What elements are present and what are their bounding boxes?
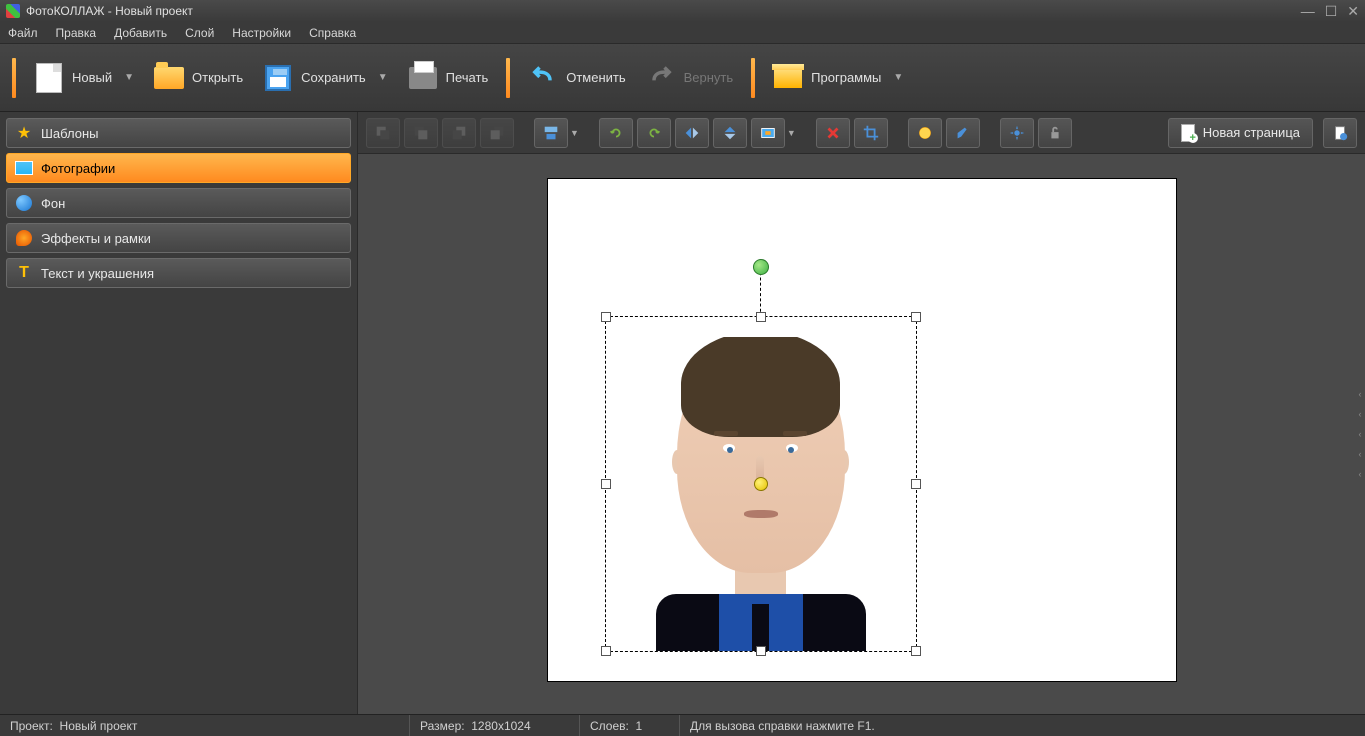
sidetab-templates[interactable]: ★ Шаблоны [6, 118, 351, 148]
resize-handle-tm[interactable] [756, 312, 766, 322]
rotation-handle[interactable] [753, 259, 769, 275]
content-area: ★ Шаблоны Фотографии Фон Эффекты и рамки… [0, 112, 1365, 714]
box-icon [773, 63, 803, 93]
canvas-viewport[interactable]: ‹‹‹‹‹ [358, 154, 1365, 714]
canvas-page[interactable] [547, 178, 1177, 682]
resize-handle-tr[interactable] [911, 312, 921, 322]
send-back-button[interactable] [480, 118, 514, 148]
chevron-down-icon: ▼ [378, 72, 388, 83]
flip-horizontal-button[interactable] [675, 118, 709, 148]
window-controls: — ☐ ✕ [1301, 3, 1359, 20]
redo-button[interactable]: Вернуть [636, 59, 744, 97]
resize-handle-bm[interactable] [756, 646, 766, 656]
undo-button[interactable]: Отменить [518, 59, 635, 97]
resize-handle-ml[interactable] [601, 479, 611, 489]
star-icon: ★ [15, 124, 33, 142]
menu-edit[interactable]: Правка [56, 26, 97, 40]
side-panel: ★ Шаблоны Фотографии Фон Эффекты и рамки… [0, 112, 358, 714]
chevron-down-icon: ▼ [124, 72, 134, 83]
menubar: Файл Правка Добавить Слой Настройки Спра… [0, 22, 1365, 44]
toolbar-separator [506, 58, 510, 98]
file-new-icon [34, 63, 64, 93]
maximize-button[interactable]: ☐ [1325, 3, 1338, 20]
titlebar: ФотоКОЛЛАЖ - Новый проект — ☐ ✕ [0, 0, 1365, 22]
selected-object[interactable] [605, 316, 917, 652]
toolbar-separator [12, 58, 16, 98]
sidetab-background[interactable]: Фон [6, 188, 351, 218]
open-button[interactable]: Открыть [144, 59, 253, 97]
toolbar-separator [751, 58, 755, 98]
tool-toolbar: ▼ ▼ Новая страница [358, 112, 1365, 154]
right-panel-collapsed[interactable]: ‹‹‹‹‹ [1355, 384, 1365, 484]
sidetab-text[interactable]: T Текст и украшения [6, 258, 351, 288]
lock-button[interactable] [1038, 118, 1072, 148]
menu-insert[interactable]: Добавить [114, 26, 167, 40]
rotate-right-button[interactable] [637, 118, 671, 148]
redo-icon [646, 63, 676, 93]
printer-icon [408, 63, 438, 93]
save-button[interactable]: Сохранить ▼ [253, 59, 398, 97]
bring-front-button[interactable] [366, 118, 400, 148]
status-bar: Проект: Новый проект Размер: 1280x1024 С… [0, 714, 1365, 736]
new-page-icon [1181, 124, 1195, 142]
center-handle[interactable] [754, 477, 768, 491]
resize-handle-tl[interactable] [601, 312, 611, 322]
sidetab-photos[interactable]: Фотографии [6, 153, 351, 183]
print-button[interactable]: Печать [398, 59, 499, 97]
menu-settings[interactable]: Настройки [232, 26, 291, 40]
rotate-left-button[interactable] [599, 118, 633, 148]
minimize-button[interactable]: — [1301, 3, 1315, 20]
flip-vertical-button[interactable] [713, 118, 747, 148]
resize-handle-br[interactable] [911, 646, 921, 656]
crop-button[interactable] [854, 118, 888, 148]
work-area: ▼ ▼ Новая страница [358, 112, 1365, 714]
delete-button[interactable] [816, 118, 850, 148]
floppy-icon [263, 63, 293, 93]
menu-file[interactable]: Файл [8, 26, 38, 40]
text-icon: T [15, 264, 33, 282]
menu-layer[interactable]: Слой [185, 26, 214, 40]
status-project: Проект: Новый проект [0, 715, 410, 736]
palette-icon [15, 229, 33, 247]
adjust-button[interactable] [908, 118, 942, 148]
sidetab-effects[interactable]: Эффекты и рамки [6, 223, 351, 253]
window-title: ФотоКОЛЛАЖ - Новый проект [26, 4, 1295, 18]
resize-handle-mr[interactable] [911, 479, 921, 489]
bring-forward-button[interactable] [404, 118, 438, 148]
app-icon [6, 4, 20, 18]
programs-button[interactable]: Программы ▼ [763, 59, 913, 97]
undo-icon [528, 63, 558, 93]
folder-open-icon [154, 63, 184, 93]
page-settings-button[interactable] [1323, 118, 1357, 148]
main-toolbar: Новый ▼ Открыть Сохранить ▼ Печать Отмен… [0, 44, 1365, 112]
globe-icon [15, 194, 33, 212]
photo-icon [15, 159, 33, 177]
new-page-button[interactable]: Новая страница [1168, 118, 1313, 148]
send-backward-button[interactable] [442, 118, 476, 148]
status-help: Для вызова справки нажмите F1. [680, 715, 885, 736]
photo-content [656, 337, 866, 651]
new-button[interactable]: Новый ▼ [24, 59, 144, 97]
status-layers: Слоев: 1 [580, 715, 680, 736]
resize-handle-bl[interactable] [601, 646, 611, 656]
close-button[interactable]: ✕ [1347, 3, 1359, 20]
fit-button[interactable] [751, 118, 785, 148]
chevron-down-icon: ▼ [893, 72, 903, 83]
menu-help[interactable]: Справка [309, 26, 356, 40]
align-button[interactable] [534, 118, 568, 148]
status-size: Размер: 1280x1024 [410, 715, 580, 736]
brush-button[interactable] [946, 118, 980, 148]
settings-button[interactable] [1000, 118, 1034, 148]
